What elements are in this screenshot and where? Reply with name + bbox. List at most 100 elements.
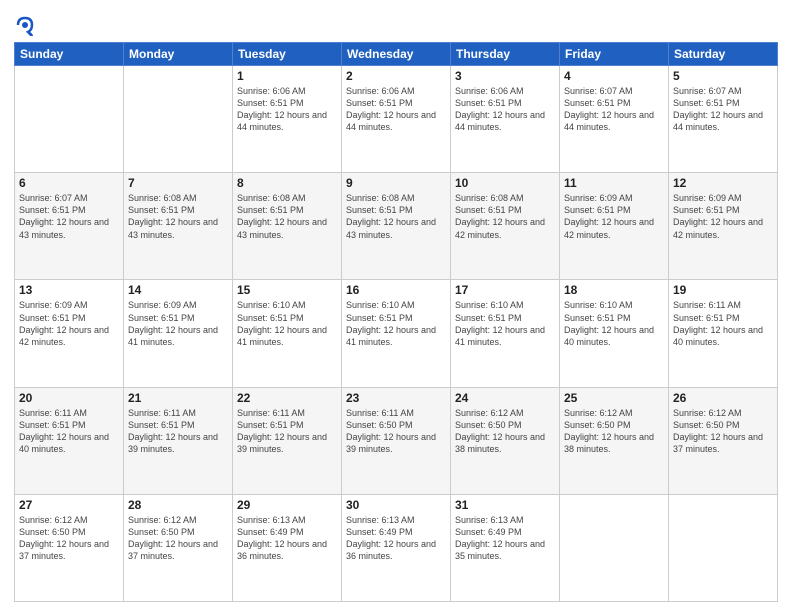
week-row-5: 27 Sunrise: 6:12 AM Sunset: 6:50 PM Dayli…: [15, 494, 778, 601]
day-number: 22: [237, 391, 337, 405]
day-header-wednesday: Wednesday: [342, 43, 451, 66]
cell-info: Sunrise: 6:13 AM Sunset: 6:49 PM Dayligh…: [455, 514, 555, 563]
calendar-cell: 6Sunrise: 6:07 AM Sunset: 6:51 PM Daylig…: [15, 173, 124, 280]
week-row-2: 6Sunrise: 6:07 AM Sunset: 6:51 PM Daylig…: [15, 173, 778, 280]
calendar-cell: 28 Sunrise: 6:12 AM Sunset: 6:50 PM Dayli…: [124, 494, 233, 601]
day-number: 11: [564, 176, 664, 190]
cell-info: Sunrise: 6:11 AM Sunset: 6:51 PM Dayligh…: [237, 407, 337, 456]
header: [14, 10, 778, 36]
day-number: 20: [19, 391, 119, 405]
cell-info: Sunrise: 6:08 AM Sunset: 6:51 PM Dayligh…: [346, 192, 446, 241]
day-number: 17: [455, 283, 555, 297]
cell-info: Sunrise: 6:12 AM Sunset: 6:50 PM Dayligh…: [564, 407, 664, 456]
day-number: 29: [237, 498, 337, 512]
calendar-cell: 16Sunrise: 6:10 AM Sunset: 6:51 PM Dayli…: [342, 280, 451, 387]
calendar-cell: 21Sunrise: 6:11 AM Sunset: 6:51 PM Dayli…: [124, 387, 233, 494]
calendar-cell: 1Sunrise: 6:06 AM Sunset: 6:51 PM Daylig…: [233, 66, 342, 173]
day-number: 14: [128, 283, 228, 297]
day-number: 13: [19, 283, 119, 297]
day-number: 2: [346, 69, 446, 83]
day-number: 30: [346, 498, 446, 512]
cell-info: Sunrise: 6:10 AM Sunset: 6:51 PM Dayligh…: [237, 299, 337, 348]
calendar-cell: 29 Sunrise: 6:13 AM Sunset: 6:49 PM Dayli…: [233, 494, 342, 601]
calendar-cell: 31 Sunrise: 6:13 AM Sunset: 6:49 PM Dayli…: [451, 494, 560, 601]
cell-info: Sunrise: 6:11 AM Sunset: 6:50 PM Dayligh…: [346, 407, 446, 456]
calendar-cell: [15, 66, 124, 173]
logo-icon: [14, 14, 36, 36]
day-number: 15: [237, 283, 337, 297]
calendar-cell: 24 Sunrise: 6:12 AM Sunset: 6:50 PM Dayli…: [451, 387, 560, 494]
calendar-cell: 5Sunrise: 6:07 AM Sunset: 6:51 PM Daylig…: [669, 66, 778, 173]
calendar-cell: 18 Sunrise: 6:10 AM Sunset: 6:51 PM Dayli…: [560, 280, 669, 387]
cell-info: Sunrise: 6:09 AM Sunset: 6:51 PM Dayligh…: [128, 299, 228, 348]
calendar-cell: 11 Sunrise: 6:09 AM Sunset: 6:51 PM Dayli…: [560, 173, 669, 280]
cell-info: Sunrise: 6:08 AM Sunset: 6:51 PM Dayligh…: [128, 192, 228, 241]
calendar-cell: 15 Sunrise: 6:10 AM Sunset: 6:51 PM Dayli…: [233, 280, 342, 387]
calendar-page: SundayMondayTuesdayWednesdayThursdayFrid…: [0, 0, 792, 612]
cell-info: Sunrise: 6:12 AM Sunset: 6:50 PM Dayligh…: [19, 514, 119, 563]
calendar-cell: 19 Sunrise: 6:11 AM Sunset: 6:51 PM Dayli…: [669, 280, 778, 387]
logo: [14, 14, 40, 36]
cell-info: Sunrise: 6:11 AM Sunset: 6:51 PM Dayligh…: [128, 407, 228, 456]
calendar-cell: [669, 494, 778, 601]
day-number: 18: [564, 283, 664, 297]
calendar-cell: 26 Sunrise: 6:12 AM Sunset: 6:50 PM Dayli…: [669, 387, 778, 494]
cell-info: Sunrise: 6:06 AM Sunset: 6:51 PM Dayligh…: [237, 85, 337, 134]
day-number: 7: [128, 176, 228, 190]
cell-info: Sunrise: 6:12 AM Sunset: 6:50 PM Dayligh…: [128, 514, 228, 563]
cell-info: Sunrise: 6:11 AM Sunset: 6:51 PM Dayligh…: [673, 299, 773, 348]
calendar-cell: [124, 66, 233, 173]
day-number: 10: [455, 176, 555, 190]
cell-info: Sunrise: 6:06 AM Sunset: 6:51 PM Dayligh…: [455, 85, 555, 134]
calendar-cell: 17 Sunrise: 6:10 AM Sunset: 6:51 PM Dayli…: [451, 280, 560, 387]
day-number: 23: [346, 391, 446, 405]
calendar-cell: 25 Sunrise: 6:12 AM Sunset: 6:50 PM Dayli…: [560, 387, 669, 494]
day-number: 28: [128, 498, 228, 512]
day-header-tuesday: Tuesday: [233, 43, 342, 66]
day-number: 25: [564, 391, 664, 405]
day-header-friday: Friday: [560, 43, 669, 66]
cell-info: Sunrise: 6:12 AM Sunset: 6:50 PM Dayligh…: [673, 407, 773, 456]
day-number: 31: [455, 498, 555, 512]
day-number: 3: [455, 69, 555, 83]
day-header-thursday: Thursday: [451, 43, 560, 66]
day-number: 12: [673, 176, 773, 190]
week-row-4: 20 Sunrise: 6:11 AM Sunset: 6:51 PM Dayli…: [15, 387, 778, 494]
cell-info: Sunrise: 6:08 AM Sunset: 6:51 PM Dayligh…: [455, 192, 555, 241]
week-row-1: 1Sunrise: 6:06 AM Sunset: 6:51 PM Daylig…: [15, 66, 778, 173]
cell-info: Sunrise: 6:10 AM Sunset: 6:51 PM Dayligh…: [455, 299, 555, 348]
week-row-3: 13 Sunrise: 6:09 AM Sunset: 6:51 PM Dayli…: [15, 280, 778, 387]
calendar-table: SundayMondayTuesdayWednesdayThursdayFrid…: [14, 42, 778, 602]
calendar-cell: 8Sunrise: 6:08 AM Sunset: 6:51 PM Daylig…: [233, 173, 342, 280]
cell-info: Sunrise: 6:10 AM Sunset: 6:51 PM Dayligh…: [564, 299, 664, 348]
day-number: 24: [455, 391, 555, 405]
calendar-cell: 9Sunrise: 6:08 AM Sunset: 6:51 PM Daylig…: [342, 173, 451, 280]
day-number: 19: [673, 283, 773, 297]
calendar-cell: 2 Sunrise: 6:06 AM Sunset: 6:51 PM Daylig…: [342, 66, 451, 173]
calendar-cell: [560, 494, 669, 601]
cell-info: Sunrise: 6:11 AM Sunset: 6:51 PM Dayligh…: [19, 407, 119, 456]
cell-info: Sunrise: 6:13 AM Sunset: 6:49 PM Dayligh…: [237, 514, 337, 563]
cell-info: Sunrise: 6:09 AM Sunset: 6:51 PM Dayligh…: [673, 192, 773, 241]
cell-info: Sunrise: 6:09 AM Sunset: 6:51 PM Dayligh…: [564, 192, 664, 241]
day-number: 6: [19, 176, 119, 190]
cell-info: Sunrise: 6:12 AM Sunset: 6:50 PM Dayligh…: [455, 407, 555, 456]
cell-info: Sunrise: 6:10 AM Sunset: 6:51 PM Dayligh…: [346, 299, 446, 348]
calendar-cell: 3 Sunrise: 6:06 AM Sunset: 6:51 PM Daylig…: [451, 66, 560, 173]
calendar-cell: 13Sunrise: 6:09 AM Sunset: 6:51 PM Dayli…: [15, 280, 124, 387]
day-number: 27: [19, 498, 119, 512]
day-number: 5: [673, 69, 773, 83]
day-number: 26: [673, 391, 773, 405]
day-header-monday: Monday: [124, 43, 233, 66]
calendar-cell: 7 Sunrise: 6:08 AM Sunset: 6:51 PM Daylig…: [124, 173, 233, 280]
calendar-cell: 10 Sunrise: 6:08 AM Sunset: 6:51 PM Dayli…: [451, 173, 560, 280]
header-row: SundayMondayTuesdayWednesdayThursdayFrid…: [15, 43, 778, 66]
cell-info: Sunrise: 6:07 AM Sunset: 6:51 PM Dayligh…: [564, 85, 664, 134]
calendar-cell: 20 Sunrise: 6:11 AM Sunset: 6:51 PM Dayli…: [15, 387, 124, 494]
cell-info: Sunrise: 6:06 AM Sunset: 6:51 PM Dayligh…: [346, 85, 446, 134]
cell-info: Sunrise: 6:08 AM Sunset: 6:51 PM Dayligh…: [237, 192, 337, 241]
day-header-sunday: Sunday: [15, 43, 124, 66]
calendar-cell: 4 Sunrise: 6:07 AM Sunset: 6:51 PM Daylig…: [560, 66, 669, 173]
calendar-cell: 14 Sunrise: 6:09 AM Sunset: 6:51 PM Dayli…: [124, 280, 233, 387]
day-number: 4: [564, 69, 664, 83]
